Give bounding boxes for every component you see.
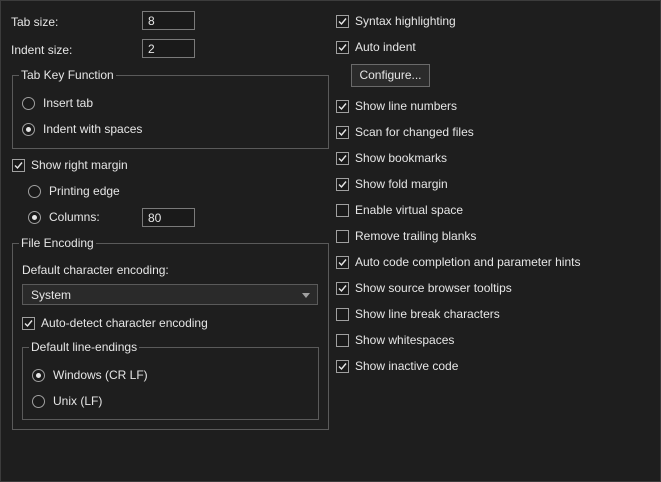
- indent-with-spaces-label: Indent with spaces: [43, 122, 143, 136]
- checkmark-icon: [338, 284, 347, 292]
- show-right-margin-checkbox[interactable]: Show right margin: [12, 157, 128, 173]
- auto-detect-encoding-box[interactable]: [22, 316, 35, 330]
- checkmark-icon: [338, 362, 347, 370]
- insert-tab-label: Insert tab: [43, 96, 94, 110]
- show-inactive-code-checkbox[interactable]: Show inactive code: [336, 358, 458, 374]
- columns-radio[interactable]: Columns:: [28, 209, 100, 225]
- show-fold-margin-box[interactable]: [336, 177, 349, 191]
- source-browser-tooltips-box[interactable]: [336, 281, 349, 295]
- scan-changed-files-checkbox[interactable]: Scan for changed files: [336, 124, 474, 140]
- syntax-highlighting-label: Syntax highlighting: [355, 14, 456, 28]
- default-encoding-label: Default character encoding:: [22, 263, 169, 277]
- auto-code-completion-label: Auto code completion and parameter hints: [355, 255, 581, 269]
- tab-key-function-group: Tab Key Function: [12, 67, 329, 149]
- indent-size-input[interactable]: [142, 39, 195, 58]
- printing-edge-label: Printing edge: [49, 184, 120, 198]
- line-break-characters-checkbox[interactable]: Show line break characters: [336, 306, 500, 322]
- checkmark-icon: [338, 102, 347, 110]
- indent-with-spaces-radio[interactable]: Indent with spaces: [22, 121, 142, 137]
- show-fold-margin-label: Show fold margin: [355, 177, 448, 191]
- line-break-characters-box[interactable]: [336, 307, 349, 321]
- unix-line-ending-label: Unix (LF): [53, 394, 103, 408]
- windows-line-ending-radio-circle[interactable]: [32, 368, 45, 382]
- checkmark-icon: [14, 161, 23, 169]
- auto-indent-checkbox[interactable]: Auto indent: [336, 39, 416, 55]
- auto-indent-box[interactable]: [336, 40, 349, 54]
- enable-virtual-space-box[interactable]: [336, 203, 349, 217]
- show-right-margin-label: Show right margin: [31, 158, 128, 172]
- source-browser-tooltips-checkbox[interactable]: Show source browser tooltips: [336, 280, 512, 296]
- checkmark-icon: [338, 17, 347, 25]
- show-line-numbers-label: Show line numbers: [355, 99, 458, 113]
- show-whitespaces-label: Show whitespaces: [355, 333, 455, 347]
- show-right-margin-box[interactable]: [12, 158, 25, 172]
- checkmark-icon: [338, 180, 347, 188]
- auto-detect-encoding-label: Auto-detect character encoding: [41, 316, 208, 330]
- radio-selected-dot: [32, 214, 37, 220]
- line-endings-group: Default line-endings: [22, 339, 319, 420]
- unix-line-ending-radio[interactable]: Unix (LF): [32, 393, 102, 409]
- syntax-highlighting-checkbox[interactable]: Syntax highlighting: [336, 13, 456, 29]
- printing-edge-radio-circle[interactable]: [28, 184, 41, 198]
- auto-code-completion-checkbox[interactable]: Auto code completion and parameter hints: [336, 254, 580, 270]
- enable-virtual-space-label: Enable virtual space: [355, 203, 464, 217]
- scan-changed-files-label: Scan for changed files: [355, 125, 474, 139]
- columns-input[interactable]: [142, 208, 195, 227]
- line-break-characters-label: Show line break characters: [355, 307, 500, 321]
- auto-indent-label: Auto indent: [355, 40, 416, 54]
- line-endings-title: Default line-endings: [29, 339, 140, 355]
- show-fold-margin-checkbox[interactable]: Show fold margin: [336, 176, 448, 192]
- encoding-select[interactable]: System: [22, 284, 318, 305]
- windows-line-ending-label: Windows (CR LF): [53, 368, 148, 382]
- scan-changed-files-box[interactable]: [336, 125, 349, 139]
- tab-size-input[interactable]: [142, 11, 195, 30]
- indent-size-label: Indent size:: [11, 43, 73, 57]
- source-browser-tooltips-label: Show source browser tooltips: [355, 281, 512, 295]
- show-bookmarks-box[interactable]: [336, 151, 349, 165]
- radio-selected-dot: [36, 372, 41, 378]
- show-whitespaces-checkbox[interactable]: Show whitespaces: [336, 332, 454, 348]
- encoding-select-value: System: [31, 287, 72, 302]
- checkmark-icon: [338, 154, 347, 162]
- checkmark-icon: [24, 319, 33, 327]
- file-encoding-title: File Encoding: [19, 235, 96, 251]
- show-inactive-code-box[interactable]: [336, 359, 349, 373]
- radio-selected-dot: [26, 126, 31, 132]
- tab-size-label: Tab size:: [11, 15, 59, 29]
- insert-tab-radio-circle[interactable]: [22, 96, 35, 110]
- show-whitespaces-box[interactable]: [336, 333, 349, 347]
- show-line-numbers-checkbox[interactable]: Show line numbers: [336, 98, 457, 114]
- chevron-down-icon: [302, 293, 310, 298]
- show-bookmarks-checkbox[interactable]: Show bookmarks: [336, 150, 447, 166]
- indent-with-spaces-radio-circle[interactable]: [22, 122, 35, 136]
- auto-code-completion-box[interactable]: [336, 255, 349, 269]
- printing-edge-radio[interactable]: Printing edge: [28, 183, 120, 199]
- show-inactive-code-label: Show inactive code: [355, 359, 459, 373]
- remove-trailing-blanks-box[interactable]: [336, 229, 349, 243]
- remove-trailing-blanks-label: Remove trailing blanks: [355, 229, 477, 243]
- auto-detect-encoding-checkbox[interactable]: Auto-detect character encoding: [22, 315, 208, 331]
- syntax-highlighting-box[interactable]: [336, 14, 349, 28]
- enable-virtual-space-checkbox[interactable]: Enable virtual space: [336, 202, 463, 218]
- remove-trailing-blanks-checkbox[interactable]: Remove trailing blanks: [336, 228, 476, 244]
- show-line-numbers-box[interactable]: [336, 99, 349, 113]
- columns-label: Columns:: [49, 210, 100, 224]
- columns-radio-circle[interactable]: [28, 210, 41, 224]
- configure-button[interactable]: Configure...: [351, 64, 430, 87]
- checkmark-icon: [338, 128, 347, 136]
- unix-line-ending-radio-circle[interactable]: [32, 394, 45, 408]
- checkmark-icon: [338, 258, 347, 266]
- tab-key-function-title: Tab Key Function: [19, 67, 116, 83]
- checkmark-icon: [338, 43, 347, 51]
- insert-tab-radio[interactable]: Insert tab: [22, 95, 93, 111]
- show-bookmarks-label: Show bookmarks: [355, 151, 448, 165]
- windows-line-ending-radio[interactable]: Windows (CR LF): [32, 367, 148, 383]
- editor-settings-panel: Tab size: Indent size: Tab Key Function …: [0, 0, 661, 482]
